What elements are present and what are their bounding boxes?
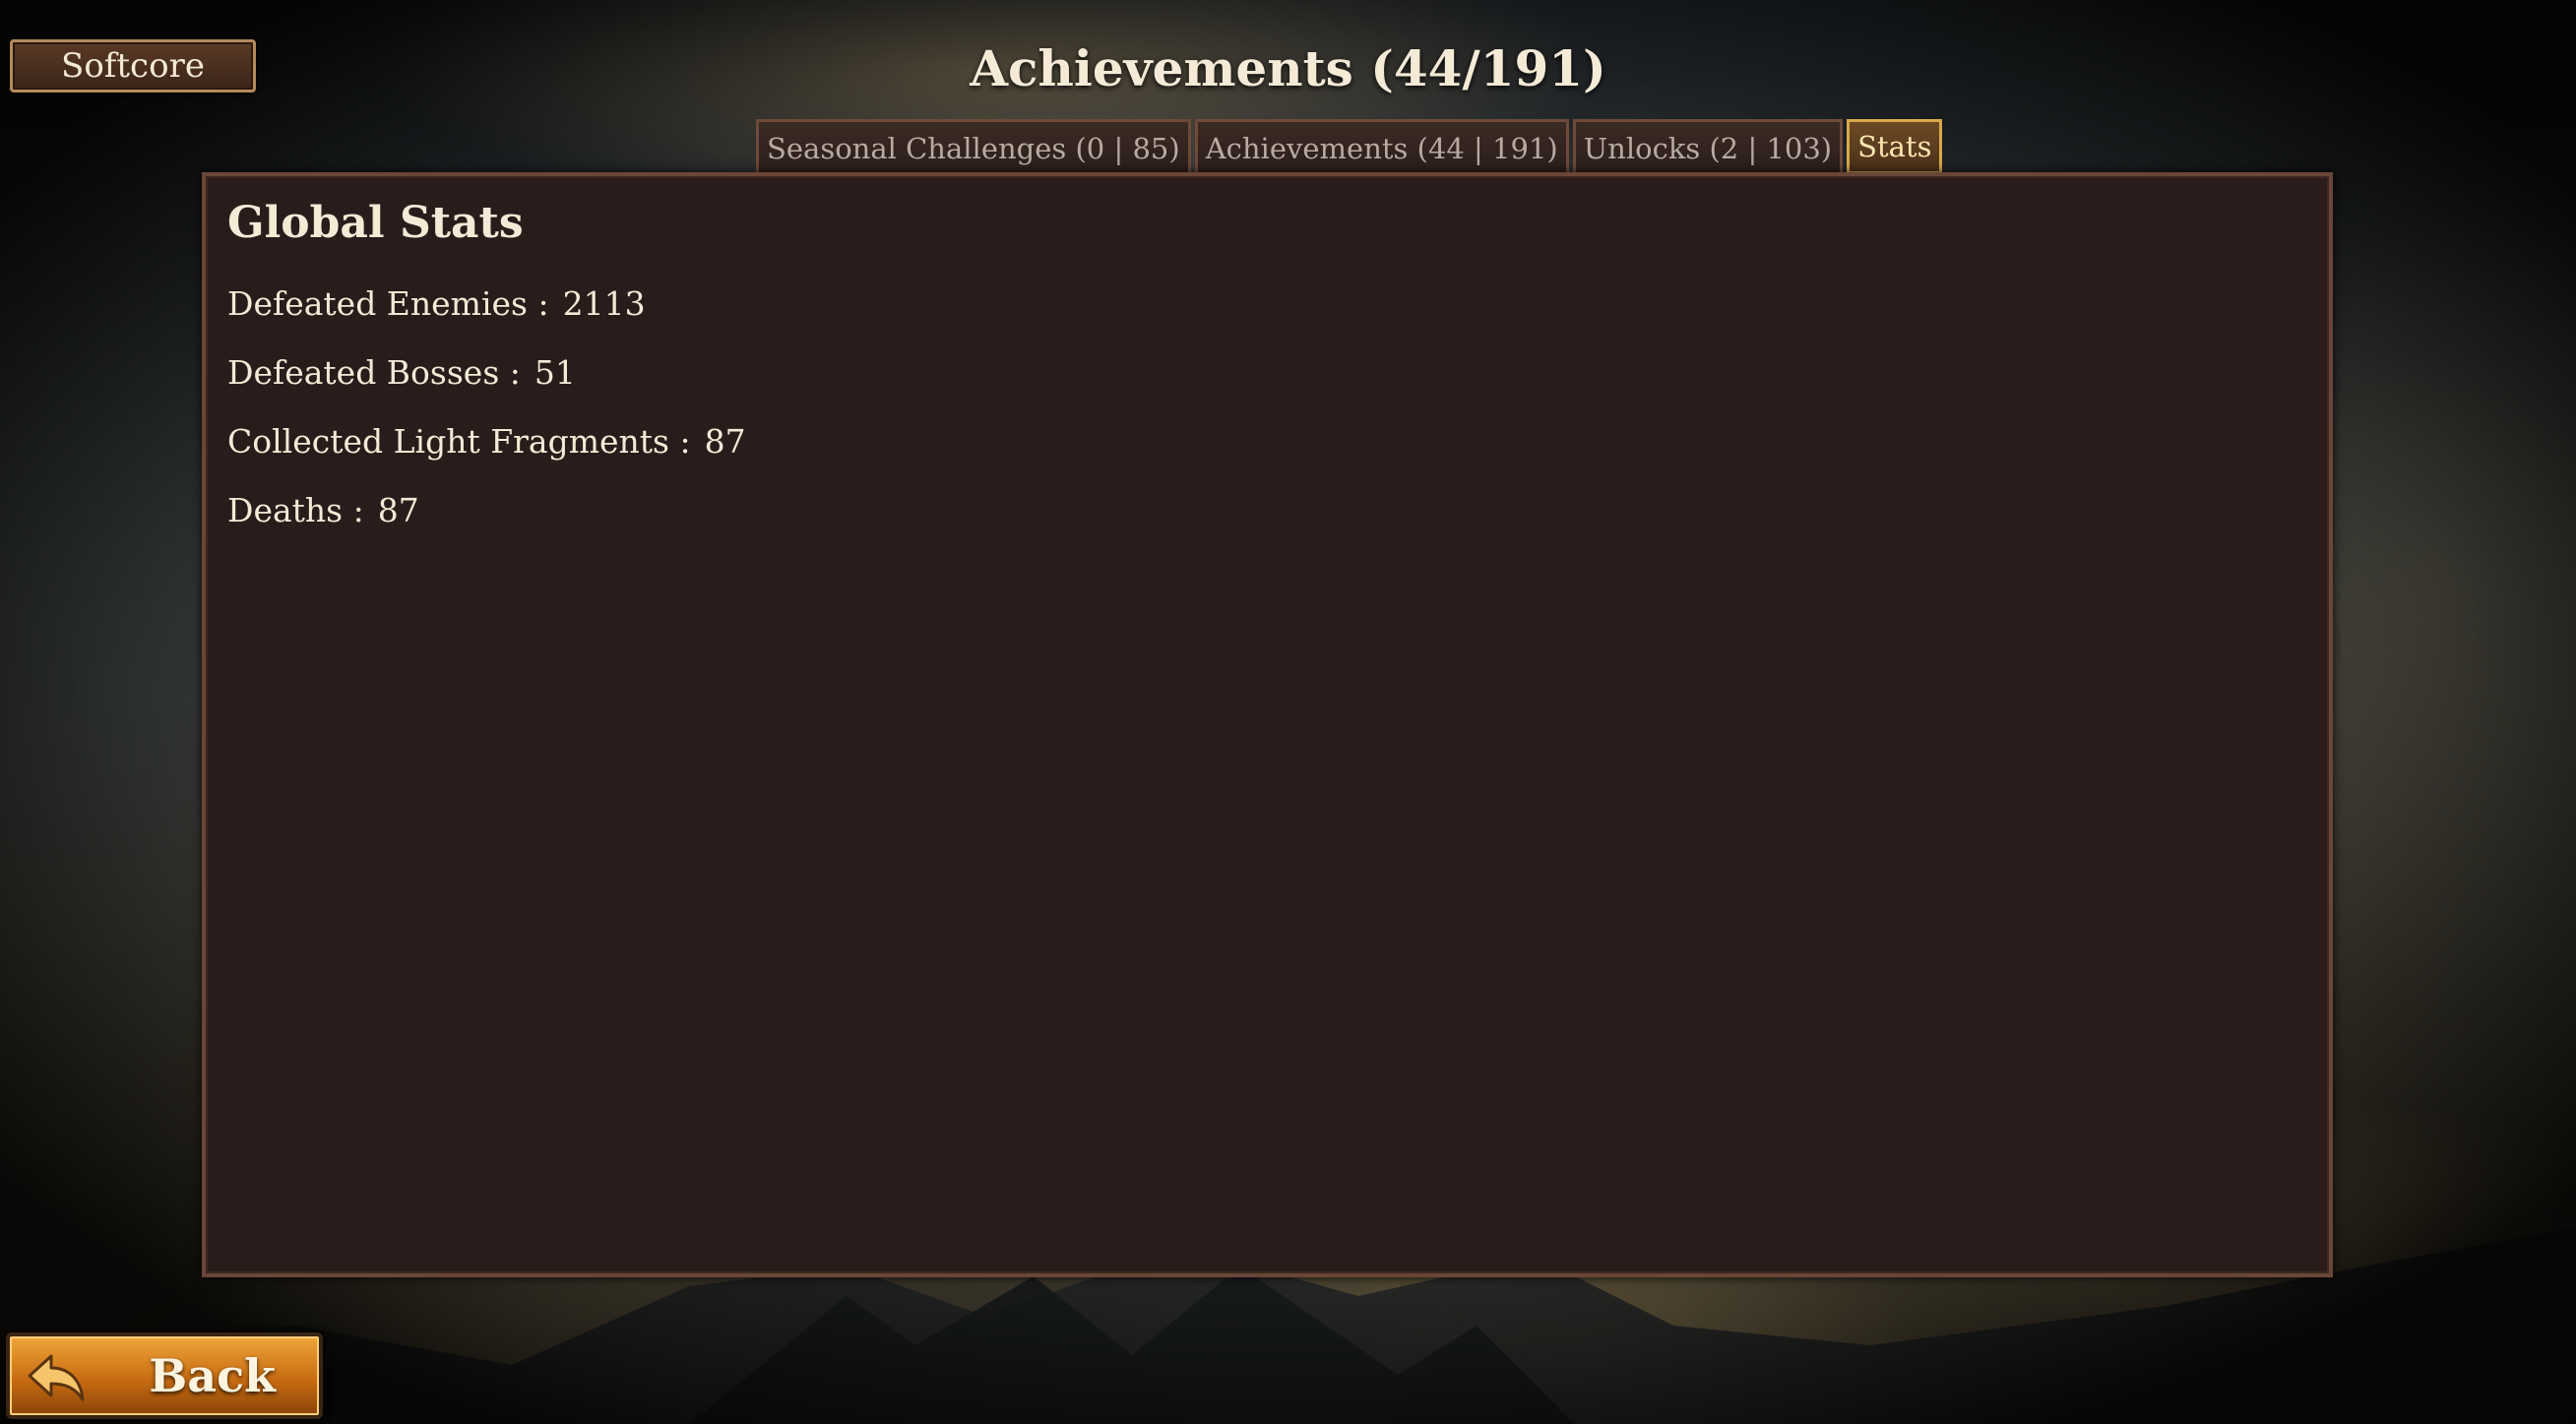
tab-stats[interactable]: Stats <box>1847 119 1943 174</box>
tab-achievements[interactable]: Achievements (44 | 191) <box>1194 119 1569 174</box>
back-label: Back <box>149 1349 276 1402</box>
panel-title: Global Stats <box>227 198 524 248</box>
stat-row-defeated-enemies: Defeated Enemies : 2113 <box>227 270 2307 339</box>
stat-value: 2113 <box>562 284 646 323</box>
stat-value: 87 <box>377 491 419 529</box>
stat-label: Defeated Enemies : <box>227 284 549 323</box>
back-arrow-icon <box>28 1354 85 1401</box>
tab-unlocks[interactable]: Unlocks (2 | 103) <box>1572 119 1844 174</box>
tab-seasonal-challenges[interactable]: Seasonal Challenges (0 | 85) <box>756 119 1191 174</box>
back-button[interactable]: Back <box>6 1332 323 1419</box>
stat-row-deaths: Deaths : 87 <box>227 476 2307 545</box>
stats-panel: Global Stats Defeated Enemies : 2113 Defe… <box>202 172 2333 1277</box>
stat-label: Collected Light Fragments : <box>227 422 691 461</box>
stat-label: Deaths : <box>227 491 364 529</box>
tab-bar: Seasonal Challenges (0 | 85) Achievement… <box>756 119 1943 174</box>
stat-row-defeated-bosses: Defeated Bosses : 51 <box>227 339 2307 407</box>
stat-row-light-fragments: Collected Light Fragments : 87 <box>227 407 2307 476</box>
stat-value: 51 <box>534 353 576 392</box>
stat-value: 87 <box>704 422 746 461</box>
page-title: Achievements (44/191) <box>970 39 1606 97</box>
stat-label: Defeated Bosses : <box>227 353 521 392</box>
